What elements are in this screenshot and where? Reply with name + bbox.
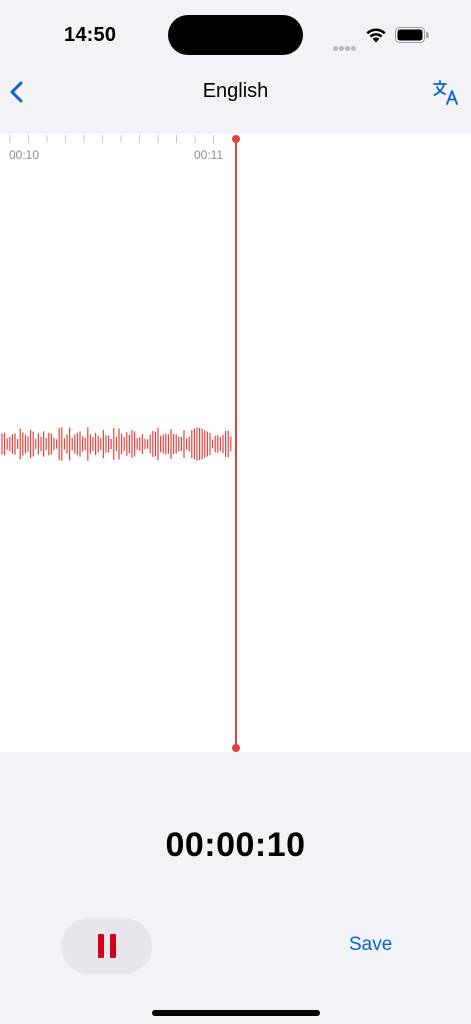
translate-button[interactable] (432, 78, 460, 106)
battery-icon (395, 27, 429, 48)
waveform-bars (1, 427, 232, 461)
waveform-panel[interactable]: 00:10 00:11 (0, 134, 471, 752)
save-button[interactable]: Save (349, 934, 392, 956)
wifi-icon (365, 26, 387, 49)
tick-label-start: 00:10 (9, 148, 40, 162)
cellular-signal-icon (333, 38, 357, 56)
page-title: English (202, 80, 269, 102)
tick-label-end: 00:11 (194, 148, 224, 162)
dynamic-island (168, 15, 303, 55)
playhead-top-handle (232, 135, 240, 143)
navigation-bar: English (0, 70, 471, 134)
status-time: 14:50 (64, 24, 117, 46)
elapsed-time: 00:00:10 (165, 826, 306, 864)
status-bar: 14:50 (0, 0, 471, 70)
playhead-bottom-handle (232, 744, 240, 752)
pause-icon (95, 934, 119, 958)
waveform-canvas[interactable] (0, 134, 471, 752)
translate-icon (433, 80, 458, 105)
home-indicator (152, 1010, 320, 1016)
pause-button[interactable] (61, 918, 152, 974)
timeline-ticks (9, 135, 214, 143)
